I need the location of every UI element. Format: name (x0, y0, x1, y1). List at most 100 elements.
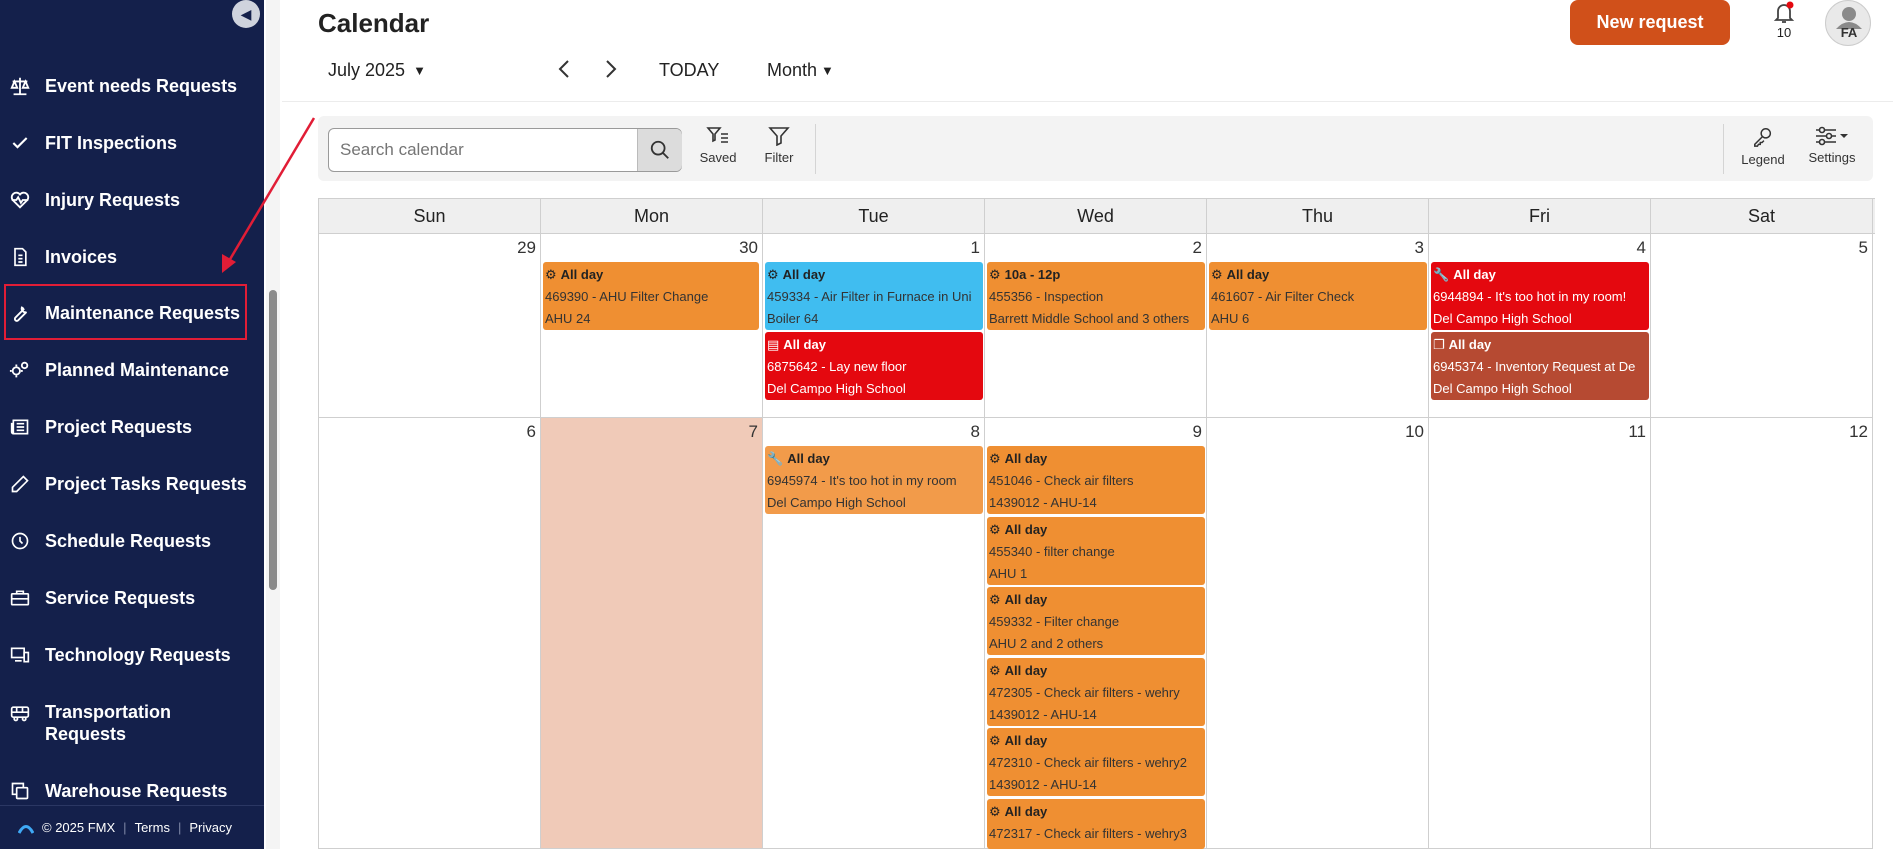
sidebar-item-invoices[interactable]: Invoices (0, 246, 264, 268)
sidebar-item-warehouse-requests[interactable]: Warehouse Requests (0, 780, 264, 802)
filter-icon (768, 127, 790, 146)
event-location: AHU 24 (545, 311, 591, 326)
heart-pulse-icon (8, 188, 32, 212)
event-time: All day (1004, 592, 1048, 607)
settings-button[interactable]: Settings (1802, 126, 1862, 165)
calendar-event[interactable]: ⚙ All day 455340 - filter change AHU 1 (987, 517, 1205, 585)
copyright-text: © 2025 FMX (42, 820, 116, 835)
calendar-event[interactable]: ⚙ All day 461607 - Air Filter Check AHU 6 (1209, 262, 1427, 330)
event-time: All day (1004, 522, 1048, 537)
filter-label: Filter (764, 150, 794, 165)
sidebar-item-label: Service Requests (45, 588, 196, 608)
event-location: 1439012 - AHU-14 (989, 707, 1097, 722)
legend-button[interactable]: Legend (1733, 126, 1793, 167)
sidebar-item-event-needs[interactable]: Event needs Requests (0, 75, 264, 97)
calendar-toolbar: Saved Filter Legend Settings (318, 116, 1873, 181)
day-cell[interactable]: 5 (1651, 234, 1873, 418)
calendar-event[interactable]: ⚙ All day 469390 - AHU Filter Change AHU … (543, 262, 759, 330)
day-cell[interactable]: 12 (1651, 418, 1873, 849)
sidebar-item-label: Transportation Requests (45, 702, 172, 744)
saved-filters-button[interactable]: Saved (688, 126, 748, 165)
event-time: All day (560, 267, 604, 282)
calendar-event[interactable]: ⚙ All day 472310 - Check air filters - we… (987, 728, 1205, 796)
weekday-mon: Mon (541, 199, 763, 234)
calendar-event[interactable]: ⚙ All day 472305 - Check air filters - we… (987, 658, 1205, 726)
gears-icon (8, 358, 32, 382)
event-title: 6945974 - It's too hot in my room (767, 473, 957, 488)
event-title: 469390 - AHU Filter Change (545, 289, 709, 304)
weekday-fri: Fri (1429, 199, 1651, 234)
day-cell[interactable]: 11 (1429, 418, 1651, 849)
search-input[interactable] (329, 129, 637, 171)
event-title: 6945374 - Inventory Request at De (1433, 359, 1636, 374)
month-label: July 2025 (328, 60, 406, 80)
bell-icon[interactable] (1770, 0, 1798, 26)
sidebar-item-schedule-requests[interactable]: Schedule Requests (0, 530, 264, 552)
settings-label: Settings (1808, 150, 1856, 165)
avatar-initials: FA (1840, 25, 1858, 40)
calendar-event[interactable]: ❐ All day 6945374 - Inventory Request at … (1431, 332, 1649, 400)
sliders-icon (1816, 126, 1848, 146)
calendar-event[interactable]: 🔧 All day 6945974 - It's too hot in my ro… (765, 446, 983, 514)
calendar-event[interactable]: 🔧 All day 6944894 - It's too hot in my ro… (1431, 262, 1649, 330)
day-cell[interactable]: 10 (1207, 418, 1429, 849)
event-title: 455340 - filter change (989, 544, 1115, 559)
sidebar-item-project-tasks-requests[interactable]: Project Tasks Requests (0, 473, 264, 495)
day-cell-today[interactable]: 7 (541, 418, 763, 849)
privacy-link[interactable]: Privacy (189, 820, 232, 835)
sidebar-item-transportation-requests[interactable]: Transportation Requests (0, 701, 264, 745)
sidebar-item-service-requests[interactable]: Service Requests (0, 587, 264, 609)
event-location: AHU 2 and 2 others (989, 636, 1104, 651)
sidebar-item-technology-requests[interactable]: Technology Requests (0, 644, 264, 666)
scale-icon (8, 74, 32, 98)
sidebar-item-project-requests[interactable]: Project Requests (0, 416, 264, 438)
sidebar-item-injury-requests[interactable]: Injury Requests (0, 189, 264, 211)
sidebar-item-label: FIT Inspections (45, 133, 178, 153)
gears-icon: ⚙ (989, 267, 1001, 282)
notification-count: 10 (1776, 25, 1792, 40)
briefcase-icon (8, 586, 32, 610)
view-select[interactable]: Month ▼ (767, 60, 834, 81)
wrench-icon: 🔧 (1433, 267, 1450, 282)
gears-icon: ⚙ (545, 267, 557, 282)
chevron-left-icon[interactable]: ◀ (232, 0, 260, 28)
sidebar-footer: © 2025 FMX | Terms | Privacy (0, 805, 264, 849)
newspaper-icon (8, 415, 32, 439)
view-label: Month (767, 60, 818, 80)
calendar-event[interactable]: ⚙ All day 472317 - Check air filters - we… (987, 799, 1205, 849)
today-button[interactable]: TODAY (659, 60, 719, 81)
day-cell[interactable]: 6 (319, 418, 541, 849)
avatar[interactable]: FA (1825, 0, 1871, 46)
devices-icon (8, 643, 32, 667)
event-time: All day (1448, 337, 1492, 352)
day-cell[interactable]: 29 (319, 234, 541, 418)
filter-button[interactable]: Filter (749, 126, 809, 165)
calendar-event[interactable]: ⚙ All day 459332 - Filter change AHU 2 an… (987, 587, 1205, 655)
fmx-logo-icon (18, 824, 34, 834)
day-number: 4 (1636, 238, 1646, 257)
sidebar-item-label: Schedule Requests (45, 531, 212, 551)
sidebar-scrollbar-thumb[interactable] (269, 290, 277, 590)
gears-icon: ⚙ (989, 733, 1001, 748)
copy-icon (8, 779, 32, 803)
weekday-tue: Tue (763, 199, 985, 234)
event-title: 459332 - Filter change (989, 614, 1120, 629)
weekday-thu: Thu (1207, 199, 1429, 234)
new-request-button[interactable]: New request (1570, 0, 1730, 45)
calendar-event[interactable]: ⚙ 10a - 12p 455356 - Inspection Barrett M… (987, 262, 1205, 330)
month-select[interactable]: July 2025 ▼ (328, 60, 426, 81)
calendar-event[interactable]: ⚙ All day 451046 - Check air filters 1439… (987, 446, 1205, 514)
prev-month-button[interactable] (552, 58, 576, 86)
next-month-button[interactable] (599, 58, 623, 86)
day-number: 1 (970, 238, 980, 257)
calendar-event[interactable]: ⚙ All day 459334 - Air Filter in Furnace … (765, 262, 983, 330)
sidebar-item-fit-inspections[interactable]: FIT Inspections (0, 132, 264, 154)
saved-label: Saved (699, 150, 737, 165)
caret-down-icon: ▼ (413, 63, 426, 78)
search-button[interactable] (637, 129, 682, 171)
event-time: All day (1004, 663, 1048, 678)
gears-icon: ⚙ (989, 592, 1001, 607)
calendar-event[interactable]: ▤ All day 6875642 - Lay new floor Del Cam… (765, 332, 983, 400)
terms-link[interactable]: Terms (135, 820, 170, 835)
sidebar-item-planned-maintenance[interactable]: Planned Maintenance (0, 359, 264, 381)
